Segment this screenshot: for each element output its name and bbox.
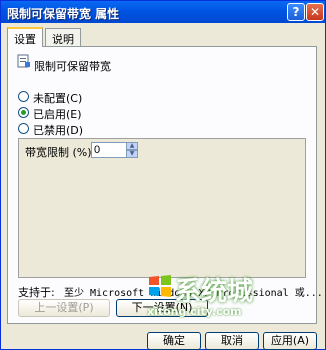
- title-bar[interactable]: 限制可保留带宽 属性 ? ✕: [1, 1, 325, 23]
- radio-label: 未配置(C): [33, 92, 83, 105]
- radio-button[interactable]: [18, 123, 29, 134]
- radio-button[interactable]: [18, 91, 29, 102]
- watermark-url: xitong city.com: [147, 305, 242, 318]
- tab-settings[interactable]: 设置: [7, 27, 43, 47]
- bandwidth-spinner[interactable]: ▲ ▼: [126, 142, 138, 158]
- close-button[interactable]: ✕: [306, 3, 324, 21]
- windows-logo-icon: [149, 275, 171, 297]
- bandwidth-limit-input[interactable]: [91, 142, 127, 158]
- watermark: 系统城 xitong city.com: [147, 271, 267, 327]
- supported-on-label: 支持于:: [18, 286, 55, 299]
- radio-button[interactable]: [18, 107, 29, 118]
- radio-label: 已启用(E): [33, 108, 82, 121]
- radio-label: 已禁用(D): [33, 124, 84, 137]
- ok-button[interactable]: 确定: [147, 332, 201, 350]
- options-box: 带宽限制 (%): ▲ ▼: [18, 138, 306, 278]
- cancel-button[interactable]: 取消: [205, 332, 259, 350]
- apply-button[interactable]: 应用(A): [263, 332, 317, 350]
- window-title: 限制可保留带宽 属性: [7, 7, 120, 21]
- watermark-text: 系统城: [175, 277, 254, 307]
- policy-icon: [17, 54, 30, 68]
- spin-up-icon[interactable]: ▲: [126, 142, 138, 150]
- policy-name: 限制可保留带宽: [34, 60, 111, 73]
- tab-explain[interactable]: 说明: [45, 28, 81, 46]
- help-button[interactable]: ?: [287, 3, 305, 21]
- properties-dialog: 限制可保留带宽 属性 ? ✕ 设置 说明 限制可保留带宽 未配置(C) 已启用(…: [0, 0, 326, 350]
- spin-down-icon[interactable]: ▼: [126, 150, 138, 158]
- previous-setting-button[interactable]: 上一设置(P): [18, 299, 110, 317]
- bandwidth-limit-label: 带宽限制 (%):: [25, 146, 96, 159]
